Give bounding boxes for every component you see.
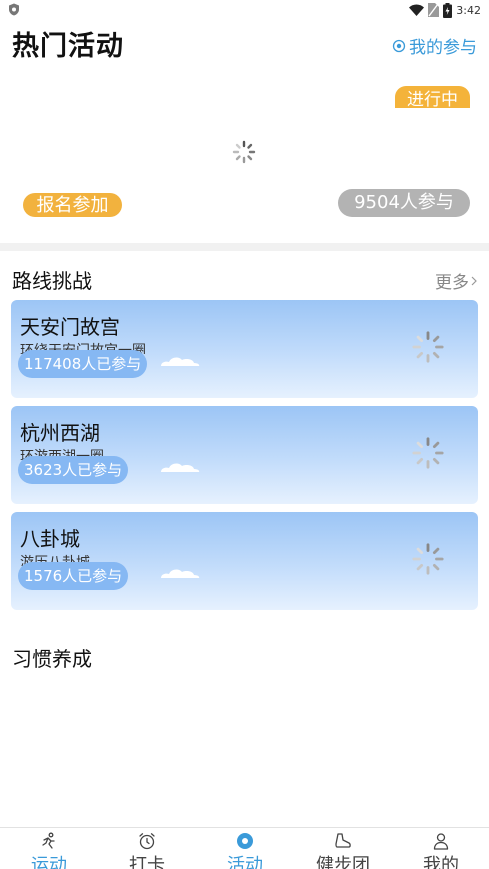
route-participants: 3623人已参与 <box>18 456 129 484</box>
cloud-icon <box>161 463 200 472</box>
activity-icon <box>237 833 253 849</box>
nav-label-mine: 我的 <box>423 855 459 869</box>
loading-spinner-icon <box>412 543 444 575</box>
shoe-icon <box>335 833 351 848</box>
shield-icon <box>9 3 19 16</box>
cloud-icon <box>161 357 200 366</box>
route-name: 杭州西湖 <box>20 421 100 445</box>
nav-item-mine[interactable]: 我的 <box>392 828 489 869</box>
nav-item-checkin[interactable]: 打卡 <box>98 828 196 869</box>
more-link[interactable]: 更多 <box>435 268 477 293</box>
nav-item-sport[interactable]: 运动 <box>0 828 98 869</box>
page-title: 热门活动 <box>12 31 124 62</box>
hot-event-banner[interactable]: 进行中 报名参加 9504人参与 <box>0 68 489 240</box>
more-label: 更多 <box>435 273 469 293</box>
route-card-tiananmen[interactable]: 天安门故宫 环绕天安门故宫一圈 117408人已参与 <box>11 300 478 398</box>
participants-count: 9504人参与 <box>338 189 470 217</box>
loading-spinner-icon <box>232 140 256 164</box>
nav-label-checkin: 打卡 <box>129 855 165 869</box>
cloud-icon <box>161 569 200 578</box>
nav-label-walking-group: 健步团 <box>316 855 370 869</box>
route-card-bagua[interactable]: 八卦城 游历八卦城 1576人已参与 <box>11 512 478 610</box>
run-icon <box>42 832 55 849</box>
signup-button[interactable]: 报名参加 <box>23 193 122 217</box>
status-bar: 3:42 <box>0 0 489 20</box>
section-title-habits: 习惯养成 <box>12 647 92 671</box>
section-divider <box>0 243 489 251</box>
route-participants: 117408人已参与 <box>18 350 148 378</box>
status-time: 3:42 <box>456 3 481 17</box>
nav-label-activity: 活动 <box>227 855 263 869</box>
nav-label-sport: 运动 <box>31 855 67 869</box>
page-header: 热门活动 我的参与 <box>0 20 489 68</box>
chevron-right-icon <box>471 276 477 285</box>
route-card-westlake[interactable]: 杭州西湖 环游西湖一圈 3623人已参与 <box>11 406 478 504</box>
person-icon <box>433 833 449 850</box>
loading-spinner-icon <box>412 437 444 469</box>
wifi-icon <box>409 4 425 16</box>
section-title-routes: 路线挑战 <box>12 269 92 293</box>
battery-icon <box>443 2 453 18</box>
loading-spinner-icon <box>412 331 444 363</box>
no-sim-icon <box>428 3 440 17</box>
alarm-clock-icon <box>139 833 155 850</box>
my-join-label: 我的参与 <box>409 38 477 58</box>
my-join-link[interactable]: 我的参与 <box>392 33 477 58</box>
route-name: 八卦城 <box>20 527 80 551</box>
nav-item-activity[interactable]: 活动 <box>196 828 294 869</box>
nav-item-walking-group[interactable]: 健步团 <box>294 828 392 869</box>
route-name: 天安门故宫 <box>20 315 120 339</box>
status-badge: 进行中 <box>395 86 470 108</box>
bottom-nav: 运动 打卡 活动 健步团 我的 <box>0 827 489 869</box>
route-participants: 1576人已参与 <box>18 562 129 590</box>
target-icon <box>392 39 406 52</box>
